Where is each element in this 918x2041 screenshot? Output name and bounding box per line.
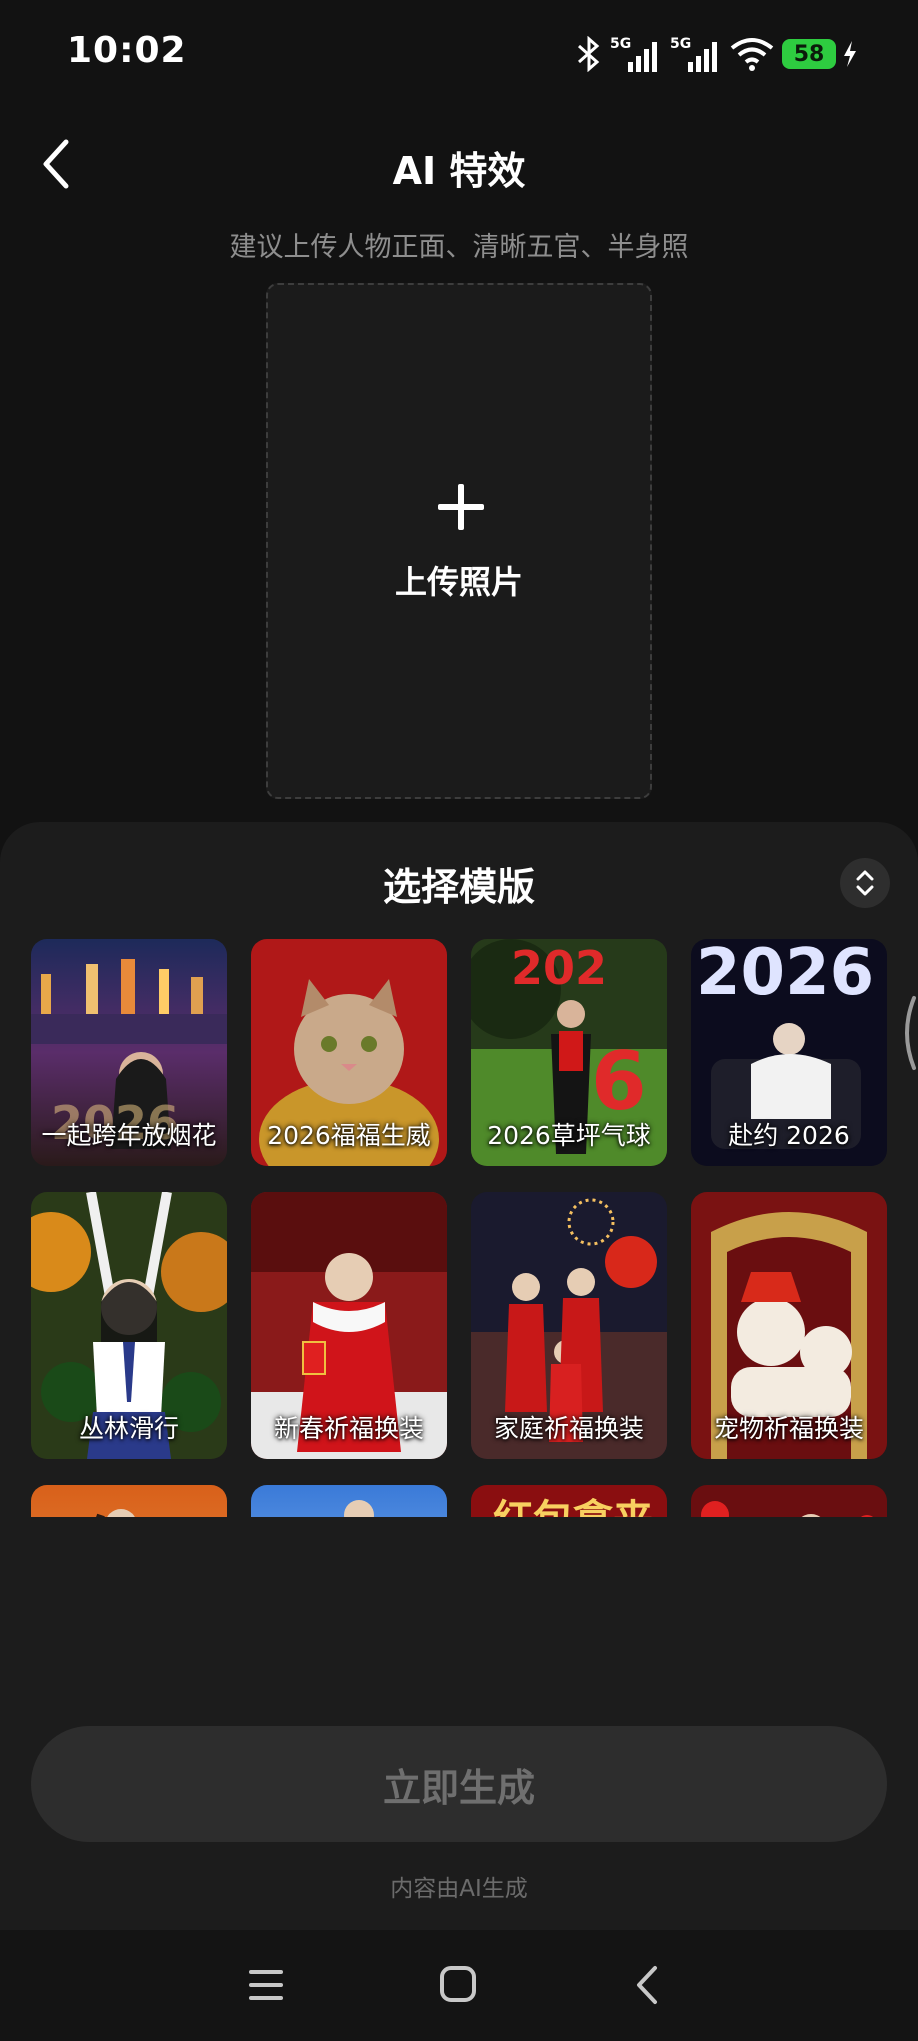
template-label: 丛林滑行 (78, 1414, 179, 1443)
upload-photo-area[interactable]: 上传照片 (266, 283, 652, 799)
plus-icon (438, 484, 484, 530)
nav-back-button[interactable] (627, 1962, 677, 2008)
charging-icon (844, 41, 856, 67)
template-tile[interactable]: 红包拿来 (471, 1485, 667, 1517)
ai-content-note: 内容由AI生成 (390, 1876, 528, 1902)
status-time: 10:02 (67, 30, 187, 71)
template-label: 一起跨年放烟花 (41, 1121, 217, 1150)
template-tile[interactable]: 2026 赴约 2026 (691, 939, 887, 1166)
template-thumbnail (691, 1485, 887, 1517)
upload-label: 上传照片 (394, 563, 523, 601)
svg-text:202: 202 (511, 941, 607, 995)
chevron-up-down-icon (856, 870, 874, 896)
template-grid: 2026 一起跨年放烟花 2026福福生威 202 6 2026草坪气球 202… (31, 939, 887, 1517)
template-tile[interactable] (31, 1485, 227, 1517)
signal-label-2: 5G (670, 36, 691, 52)
battery-indicator: 58 (782, 39, 858, 69)
generate-button[interactable]: 立即生成 (31, 1726, 887, 1842)
svg-text:红包拿来: 红包拿来 (493, 1496, 653, 1517)
expand-toggle-button[interactable] (840, 858, 890, 908)
template-label: 宠物祈福换装 (713, 1414, 864, 1443)
template-thumbnail (31, 1485, 227, 1517)
page-title: AI 特效 (392, 149, 526, 193)
template-label: 2026草坪气球 (487, 1121, 651, 1150)
template-label: 赴约 2026 (728, 1121, 850, 1150)
template-tile[interactable] (691, 1485, 887, 1517)
home-square-icon (440, 1966, 476, 2002)
template-tile[interactable]: 家庭祈福换装 (471, 1192, 667, 1459)
upload-hint: 建议上传人物正面、清晰五官、半身照 (229, 232, 689, 263)
cellular-signal-icon: 5G (610, 36, 657, 72)
status-icons: 5G 5G 58 (576, 32, 858, 76)
sheet-title: 选择模版 (382, 865, 535, 909)
nav-menu-button[interactable] (243, 1962, 293, 2008)
svg-text:2026: 2026 (696, 939, 874, 1010)
menu-icon (249, 1970, 283, 2000)
side-handle[interactable] (896, 994, 918, 1072)
signal-label: 5G (610, 36, 631, 52)
template-label: 新春祈福换装 (273, 1414, 424, 1443)
template-tile[interactable]: 2026福福生威 (251, 939, 447, 1166)
system-nav-bar (0, 1930, 918, 2041)
back-chevron-icon (637, 1966, 657, 2004)
template-tile[interactable] (251, 1485, 447, 1517)
battery-level: 58 (782, 39, 836, 69)
status-bar: 10:02 5G 5G 58 (0, 0, 918, 110)
template-thumbnail (251, 1485, 447, 1517)
template-tile[interactable]: 202 6 2026草坪气球 (471, 939, 667, 1166)
template-tile[interactable]: 2026 一起跨年放烟花 (31, 939, 227, 1166)
cellular-signal-icon-2: 5G (670, 36, 717, 72)
template-tile[interactable]: 丛林滑行 (31, 1192, 227, 1459)
template-thumbnail: 红包拿来 (471, 1485, 667, 1517)
svg-text:6: 6 (591, 1035, 647, 1128)
nav-home-button[interactable] (434, 1962, 484, 2008)
template-tile[interactable]: 宠物祈福换装 (691, 1192, 887, 1459)
template-label: 家庭祈福换装 (493, 1414, 644, 1443)
template-label: 2026福福生威 (267, 1121, 431, 1150)
template-tile[interactable]: 新春祈福换装 (251, 1192, 447, 1459)
bluetooth-icon (578, 36, 600, 72)
wifi-icon (730, 38, 774, 71)
